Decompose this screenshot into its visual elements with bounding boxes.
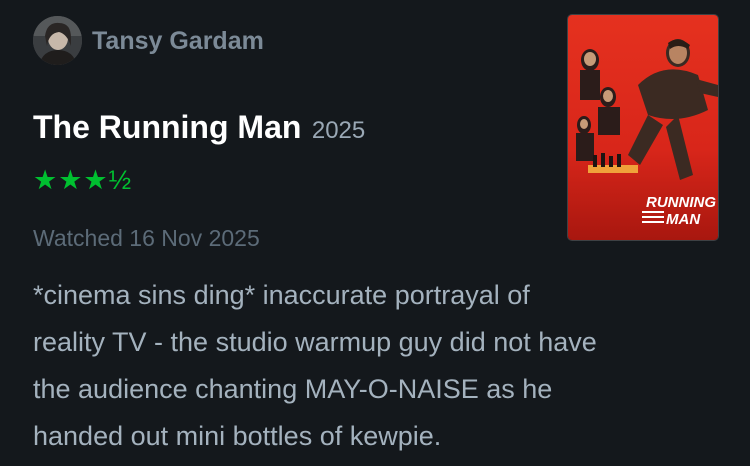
star-rating: ★★★½ [33,165,133,195]
review-text: *cinema sins ding* inaccurate portrayal … [33,280,597,451]
poster-title-line1: RUNNING [646,194,716,211]
film-year[interactable]: 2025 [312,117,365,144]
user-avatar[interactable] [33,16,82,65]
watched-date[interactable]: Watched 16 Nov 2025 [33,224,260,252]
username[interactable]: Tansy Gardam [92,26,264,56]
film-poster[interactable]: RUNNING MAN [568,15,718,240]
avatar-image [33,16,82,65]
film-title[interactable]: The Running Man [33,109,301,145]
film-heading: The Running Man 2025 [33,106,365,155]
poster-title-line2: MAN [666,211,701,228]
poster-artwork: RUNNING MAN [568,15,718,240]
